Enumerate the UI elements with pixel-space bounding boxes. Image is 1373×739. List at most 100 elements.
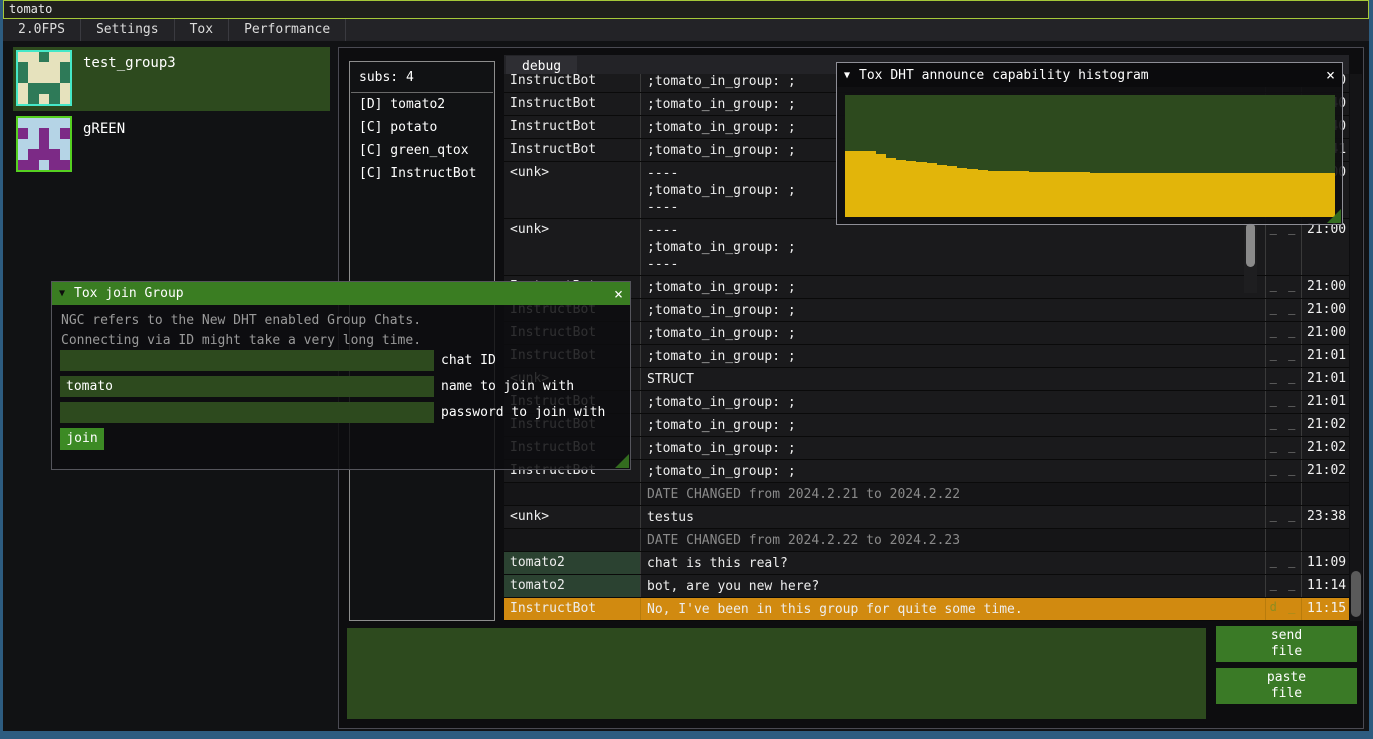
histogram-bar: [1304, 173, 1314, 217]
delivery-status: _ _: [1266, 437, 1302, 459]
subs-member[interactable]: [C] InstructBot: [350, 162, 494, 185]
subs-count: subs: 4: [350, 62, 494, 92]
sender-name: <unk>: [504, 506, 641, 528]
delivery-status: _ _: [1266, 391, 1302, 413]
join-button[interactable]: join: [60, 428, 104, 450]
histogram-bar: [1294, 173, 1304, 217]
message-text: ---- ;tomato_in_group: ; ----: [641, 219, 1266, 275]
histogram-bar: [876, 154, 886, 217]
send-file-button[interactable]: send file: [1216, 626, 1357, 662]
histogram-bar: [927, 163, 937, 217]
message-time: 23:38: [1302, 506, 1349, 528]
sender-name: <unk>: [504, 162, 641, 218]
histogram-bar: [1029, 172, 1039, 217]
sender-name: InstructBot: [504, 74, 641, 92]
message-text: ;tomato_in_group: ;: [641, 460, 1266, 482]
delivery-status: _ _: [1266, 276, 1302, 298]
histogram-bar: [1018, 171, 1028, 217]
chat-id-input[interactable]: [60, 350, 434, 371]
paste-file-button[interactable]: paste file: [1216, 668, 1357, 704]
message-text: STRUCT: [641, 368, 1266, 390]
message-time: 21:00: [1302, 219, 1349, 275]
histogram-bar: [1253, 173, 1263, 217]
message-time: 21:00: [1302, 299, 1349, 321]
histogram-bar: [967, 169, 977, 217]
delivery-status: _ _: [1266, 345, 1302, 367]
histogram-window-titlebar[interactable]: ▼ Tox DHT announce capability histogram …: [837, 63, 1342, 87]
message-time: [1302, 529, 1349, 551]
histogram-bar: [1182, 173, 1192, 217]
close-icon[interactable]: ×: [1326, 66, 1335, 84]
histogram-bar: [1233, 173, 1243, 217]
sidebar-group-green[interactable]: gREEN: [13, 113, 330, 173]
delivery-status: [1266, 483, 1302, 505]
join-group-window: ▼ Tox join Group × NGC refers to the New…: [51, 281, 631, 470]
message-row[interactable]: tomato2bot, are you new here?_ _11:14: [504, 575, 1349, 598]
date-changed-text: DATE CHANGED from 2024.2.21 to 2024.2.22: [641, 483, 1266, 505]
menu-item-tox[interactable]: Tox: [175, 19, 229, 41]
histogram-bar: [1039, 172, 1049, 217]
message-time: 21:00: [1302, 276, 1349, 298]
histogram-bar: [988, 171, 998, 217]
join-description-line1: NGC refers to the New DHT enabled Group …: [61, 313, 421, 328]
message-time: 11:09: [1302, 552, 1349, 574]
histogram-bar: [998, 171, 1008, 217]
menu-item-settings[interactable]: Settings: [81, 19, 175, 41]
app-window: tomato 2.0FPS Settings Tox Performance t…: [3, 0, 1369, 731]
subs-member[interactable]: [D] tomato2: [350, 93, 494, 116]
window-titlebar[interactable]: tomato: [3, 0, 1369, 19]
message-row[interactable]: tomato2chat is this real?_ _11:09: [504, 552, 1349, 575]
message-text: ;tomato_in_group: ;: [641, 322, 1266, 344]
collapse-icon[interactable]: ▼: [844, 70, 850, 81]
delivery-status: _ _: [1266, 219, 1302, 275]
delivery-status: _ _: [1266, 506, 1302, 528]
sender-name: [504, 529, 641, 551]
sender-name: InstructBot: [504, 93, 641, 115]
join-window-title: Tox join Group: [74, 286, 184, 301]
join-description-line2: Connecting via ID might take a very long…: [61, 333, 421, 348]
histogram-bar: [1151, 173, 1161, 217]
delivery-status: _ _: [1266, 299, 1302, 321]
group-name: test_group3: [83, 55, 176, 71]
join-name-input[interactable]: [60, 376, 434, 397]
collapse-icon[interactable]: ▼: [59, 288, 65, 299]
scrollbar-thumb[interactable]: [1351, 571, 1361, 617]
histogram-bar: [1212, 173, 1222, 217]
histogram-bar: [947, 166, 957, 217]
delivery-status: d _: [1266, 598, 1302, 620]
histogram-bar: [1120, 173, 1130, 217]
sender-name: tomato2: [504, 552, 641, 574]
message-row[interactable]: <unk>testus_ _23:38: [504, 506, 1349, 529]
close-icon[interactable]: ×: [614, 285, 623, 303]
histogram-bar: [1192, 173, 1202, 217]
message-row[interactable]: InstructBotNo, I've been in this group f…: [504, 598, 1349, 621]
sidebar-group-test_group3[interactable]: test_group3: [13, 47, 330, 111]
resize-grip[interactable]: [615, 454, 629, 468]
date-separator-row[interactable]: DATE CHANGED from 2024.2.21 to 2024.2.22: [504, 483, 1349, 506]
join-window-titlebar[interactable]: ▼ Tox join Group ×: [52, 282, 630, 305]
message-cell-scrollbar[interactable]: [1244, 219, 1257, 293]
message-text: testus: [641, 506, 1266, 528]
chat-scrollbar[interactable]: [1350, 74, 1362, 621]
chat-id-label: chat ID: [441, 353, 496, 368]
histogram-bar: [855, 151, 865, 217]
scrollbar-thumb[interactable]: [1246, 223, 1255, 267]
subs-member[interactable]: [C] green_qtox: [350, 139, 494, 162]
delivery-status: [1266, 529, 1302, 551]
histogram-bar: [1161, 173, 1171, 217]
sender-name: InstructBot: [504, 139, 641, 161]
resize-grip[interactable]: [1327, 209, 1341, 223]
histogram-bar: [845, 151, 855, 217]
sender-name: InstructBot: [504, 116, 641, 138]
histogram-bar: [1314, 173, 1324, 217]
histogram-bar: [1223, 173, 1233, 217]
delivery-status: _ _: [1266, 552, 1302, 574]
message-text: ;tomato_in_group: ;: [641, 414, 1266, 436]
join-password-input[interactable]: [60, 402, 434, 423]
message-time: 11:15: [1302, 598, 1349, 620]
menu-item-performance[interactable]: Performance: [229, 19, 346, 41]
date-separator-row[interactable]: DATE CHANGED from 2024.2.22 to 2024.2.23: [504, 529, 1349, 552]
message-input[interactable]: [347, 628, 1206, 719]
message-row[interactable]: <unk>---- ;tomato_in_group: ; ----_ _21:…: [504, 219, 1349, 276]
subs-member[interactable]: [C] potato: [350, 116, 494, 139]
